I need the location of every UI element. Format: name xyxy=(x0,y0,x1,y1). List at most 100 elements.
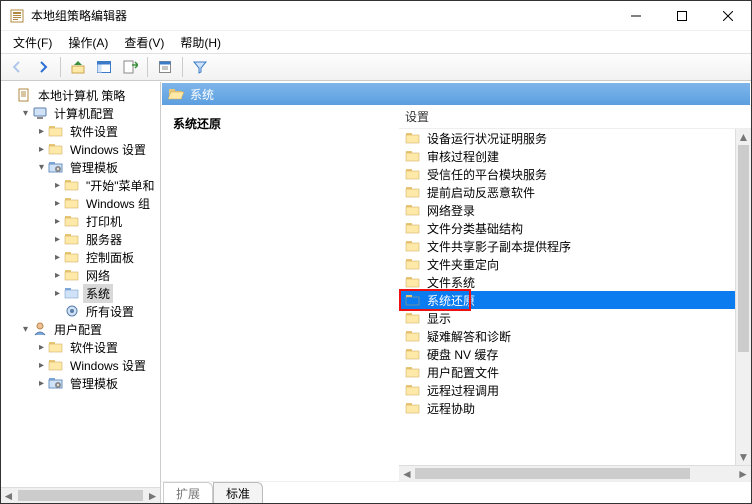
settings-list[interactable]: 设备运行状况证明服务审核过程创建受信任的平台模块服务提前启动反恶意软件网络登录文… xyxy=(399,129,751,481)
properties-button[interactable] xyxy=(153,55,177,79)
list-item[interactable]: 文件系统 xyxy=(399,273,751,291)
maximize-button[interactable] xyxy=(659,1,705,30)
list-item[interactable]: 受信任的平台模块服务 xyxy=(399,165,751,183)
folder-icon xyxy=(405,400,421,416)
tree-twisty-icon[interactable]: ▸ xyxy=(35,341,48,354)
folder-icon xyxy=(405,346,421,362)
tree-software-settings[interactable]: ▸软件设置 xyxy=(3,122,158,140)
list-item[interactable]: 文件夹重定向 xyxy=(399,255,751,273)
tree-admin-child[interactable]: 所有设置 xyxy=(3,302,158,320)
tree-admin-child[interactable]: ▸打印机 xyxy=(3,212,158,230)
list-item[interactable]: 系统还原 xyxy=(399,291,751,309)
list-vertical-scrollbar[interactable]: ▲ ▼ xyxy=(735,129,751,465)
list-horizontal-scrollbar[interactable]: ◄ ► xyxy=(399,465,751,481)
tree-label: 管理模板 xyxy=(67,158,121,177)
description-title: 系统还原 xyxy=(173,115,387,132)
scroll-up-arrow-icon[interactable]: ▲ xyxy=(736,129,751,145)
tree-label: Windows 组 xyxy=(83,194,153,213)
tab-extended[interactable]: 扩展 xyxy=(163,482,213,503)
scroll-right-arrow-icon[interactable]: ► xyxy=(145,488,160,503)
tree-twisty-icon[interactable]: ▸ xyxy=(51,179,64,192)
scroll-down-arrow-icon[interactable]: ▼ xyxy=(736,449,751,465)
tree-twisty-icon[interactable]: ▸ xyxy=(51,197,64,210)
tree-admin-child[interactable]: ▸控制面板 xyxy=(3,248,158,266)
tree-twisty-icon[interactable]: ▸ xyxy=(51,233,64,246)
list-item[interactable]: 硬盘 NV 缓存 xyxy=(399,345,751,363)
up-button[interactable] xyxy=(66,55,90,79)
tree-horizontal-scrollbar[interactable]: ◄ ► xyxy=(1,487,160,503)
menu-help[interactable]: 帮助(H) xyxy=(174,32,227,53)
tree-admin-child[interactable]: ▸网络 xyxy=(3,266,158,284)
scrollbar-thumb[interactable] xyxy=(18,490,143,501)
list-item[interactable]: 用户配置文件 xyxy=(399,363,751,381)
tree-user-windows[interactable]: ▸Windows 设置 xyxy=(3,356,158,374)
title-bar: 本地组策略编辑器 xyxy=(1,1,751,31)
tree-admin-child[interactable]: ▸ Windows 组 xyxy=(3,194,158,212)
tree-admin-child[interactable]: ▸服务器 xyxy=(3,230,158,248)
forward-button[interactable] xyxy=(31,55,55,79)
tree-admin-templates[interactable]: ▾ 管理模板 xyxy=(3,158,158,176)
tree-twisty-icon[interactable]: ▸ xyxy=(51,287,64,300)
scrollbar-thumb[interactable] xyxy=(415,468,690,479)
scrollbar-thumb[interactable] xyxy=(738,145,749,352)
computer-icon xyxy=(32,105,48,121)
back-button[interactable] xyxy=(5,55,29,79)
tree-twisty-icon[interactable]: ▾ xyxy=(19,107,32,120)
export-list-button[interactable] xyxy=(118,55,142,79)
list-item[interactable]: 网络登录 xyxy=(399,201,751,219)
list-item[interactable]: 远程协助 xyxy=(399,399,751,417)
tree-twisty-icon[interactable]: ▸ xyxy=(51,215,64,228)
folder-icon xyxy=(405,274,421,290)
list-item[interactable]: 审核过程创建 xyxy=(399,147,751,165)
list-item[interactable]: 文件分类基础结构 xyxy=(399,219,751,237)
tab-standard[interactable]: 标准 xyxy=(213,482,263,503)
tree-twisty-icon[interactable]: ▾ xyxy=(19,323,32,336)
menu-action[interactable]: 操作(A) xyxy=(62,32,114,53)
scroll-left-arrow-icon[interactable]: ◄ xyxy=(399,466,415,481)
list-item[interactable]: 疑难解答和诊断 xyxy=(399,327,751,345)
tree-twisty-icon[interactable]: ▾ xyxy=(35,161,48,174)
tree-user-software[interactable]: ▸软件设置 xyxy=(3,338,158,356)
list-item[interactable]: 提前启动反恶意软件 xyxy=(399,183,751,201)
list-item-label: 文件夹重定向 xyxy=(427,256,499,273)
tree-windows-settings[interactable]: ▸Windows 设置 xyxy=(3,140,158,158)
tree-admin-child[interactable]: ▸"开始"菜单和 xyxy=(3,176,158,194)
menu-view[interactable]: 查看(V) xyxy=(118,32,170,53)
filter-button[interactable] xyxy=(188,55,212,79)
list-item-label: 提前启动反恶意软件 xyxy=(427,184,535,201)
close-button[interactable] xyxy=(705,1,751,30)
scroll-left-arrow-icon[interactable]: ◄ xyxy=(1,488,16,503)
console-tree[interactable]: 本地计算机 策略▾计算机配置▸软件设置▸Windows 设置▾管理模板▸"开始"… xyxy=(1,82,161,503)
folder-icon xyxy=(64,213,80,229)
tree-admin-child[interactable]: ▸系统 xyxy=(3,284,158,302)
list-item-label: 设备运行状况证明服务 xyxy=(427,130,547,147)
tree-twisty-icon[interactable]: ▸ xyxy=(35,143,48,156)
list-item-label: 网络登录 xyxy=(427,202,475,219)
tree-twisty-icon[interactable]: ▸ xyxy=(35,359,48,372)
tree-twisty-icon[interactable]: ▸ xyxy=(35,377,48,390)
list-item-label: 远程协助 xyxy=(427,400,475,417)
tree-twisty-icon[interactable] xyxy=(3,89,16,102)
list-item[interactable]: 远程过程调用 xyxy=(399,381,751,399)
scroll-right-arrow-icon[interactable]: ► xyxy=(735,466,751,481)
toolbar xyxy=(1,53,751,81)
folder-icon xyxy=(405,364,421,380)
tree-twisty-icon[interactable]: ▸ xyxy=(51,269,64,282)
menu-file[interactable]: 文件(F) xyxy=(7,32,58,53)
list-item-label: 硬盘 NV 缓存 xyxy=(427,346,498,363)
list-item[interactable]: 显示 xyxy=(399,309,751,327)
show-hide-tree-button[interactable] xyxy=(92,55,116,79)
list-item[interactable]: 设备运行状况证明服务 xyxy=(399,129,751,147)
minimize-button[interactable] xyxy=(613,1,659,30)
tree-user-admin[interactable]: ▸管理模板 xyxy=(3,374,158,392)
view-tabs: 扩展 标准 xyxy=(161,481,751,503)
folder-icon xyxy=(64,195,80,211)
tree-user-config[interactable]: ▾用户配置 xyxy=(3,320,158,338)
tree-computer-config[interactable]: ▾计算机配置 xyxy=(3,104,158,122)
column-header-settings[interactable]: 设置 xyxy=(399,105,751,129)
tree-twisty-icon[interactable] xyxy=(51,305,64,318)
tree-root[interactable]: 本地计算机 策略 xyxy=(3,86,158,104)
list-item[interactable]: 文件共享影子副本提供程序 xyxy=(399,237,751,255)
tree-twisty-icon[interactable]: ▸ xyxy=(35,125,48,138)
tree-twisty-icon[interactable]: ▸ xyxy=(51,251,64,264)
